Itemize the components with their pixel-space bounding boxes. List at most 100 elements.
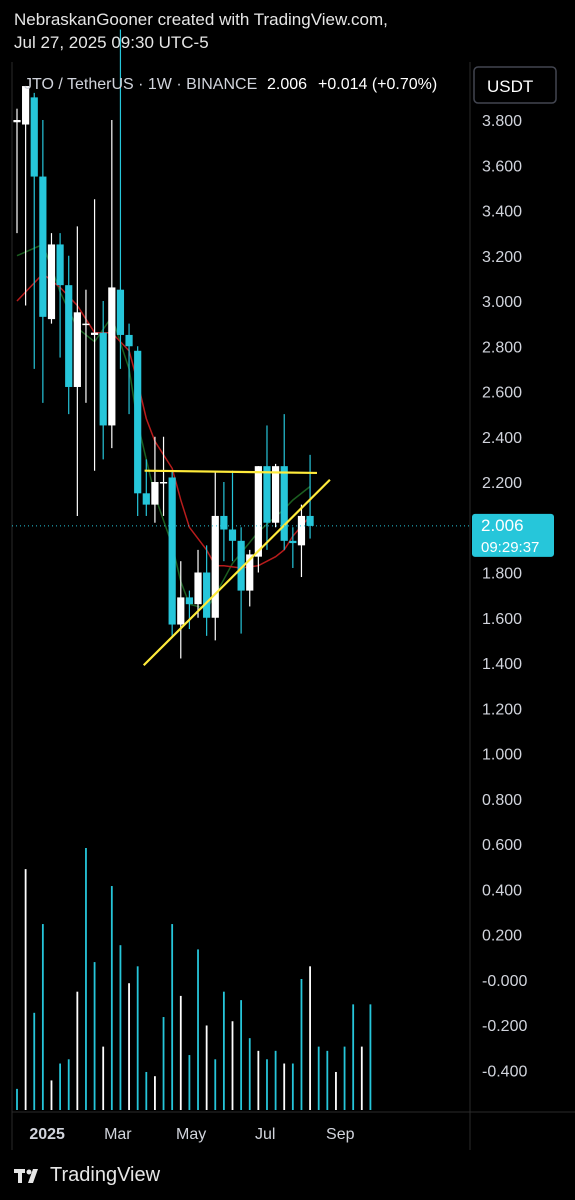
volume-bar xyxy=(128,983,130,1110)
x-tick-label: 2025 xyxy=(29,1126,65,1143)
volume-bar xyxy=(93,962,96,1110)
volume-bar xyxy=(85,848,87,1110)
y-tick-label: 1.000 xyxy=(482,747,522,764)
candle-body xyxy=(73,312,81,387)
volume-bar xyxy=(240,1000,243,1110)
candle-body xyxy=(82,323,90,326)
candle-body xyxy=(280,466,288,541)
y-tick-label: 3.000 xyxy=(482,294,522,311)
volume-bar xyxy=(309,966,311,1110)
footer-brand: TradingView xyxy=(50,1164,161,1186)
candle-body xyxy=(30,97,38,177)
x-tick-label: Mar xyxy=(104,1126,132,1143)
x-tick-label: Jul xyxy=(255,1126,275,1143)
time-axis[interactable]: 2025 Mar May Jul Sep xyxy=(29,1126,354,1143)
volume-bars xyxy=(16,848,372,1110)
candle-body xyxy=(47,244,56,320)
price-label-countdown: 09:29:37 xyxy=(481,539,539,556)
volume-bar xyxy=(214,1059,217,1110)
candle-body xyxy=(13,120,21,123)
moving-averages xyxy=(16,243,311,610)
candle-body xyxy=(142,493,150,505)
volume-bar xyxy=(291,1063,294,1110)
legend-last-price: 2.006 xyxy=(267,76,307,93)
legend-change: +0.014 (+0.70%) xyxy=(318,76,437,93)
volume-bar xyxy=(33,1012,36,1110)
volume-bar xyxy=(248,1038,251,1110)
y-tick-label: -0.400 xyxy=(482,1063,527,1080)
ma-red-line xyxy=(16,272,311,569)
volume-bar xyxy=(41,924,44,1110)
volume-bar xyxy=(369,1004,372,1110)
volume-bar xyxy=(222,991,225,1110)
price-chart[interactable]: 3.800 3.600 3.400 3.200 3.000 2.800 2.600 2.400… xyxy=(0,0,575,1200)
y-tick-label: 2.800 xyxy=(482,339,522,356)
volume-bar xyxy=(136,966,139,1110)
y-tick-label: 2.200 xyxy=(482,475,522,492)
candle-body xyxy=(254,466,262,557)
candle-body xyxy=(297,515,306,546)
candle-body xyxy=(151,482,159,505)
trendline-resistance[interactable] xyxy=(144,469,317,475)
y-tick-label: 1.800 xyxy=(482,566,522,583)
candle-body xyxy=(159,482,168,484)
candle-body xyxy=(108,287,116,426)
volume-bar xyxy=(162,1017,165,1110)
x-tick-label: Sep xyxy=(326,1126,355,1143)
volume-bar xyxy=(326,1050,329,1110)
y-tick-label: -0.000 xyxy=(482,973,527,990)
candle-body xyxy=(185,597,193,605)
volume-bar xyxy=(50,1080,53,1110)
y-tick-label: 1.200 xyxy=(482,701,522,718)
y-tick-label: 0.400 xyxy=(482,882,522,899)
volume-bar xyxy=(283,1063,286,1110)
y-tick-label: 0.600 xyxy=(482,837,522,854)
price-axis[interactable]: 3.800 3.600 3.400 3.200 3.000 2.800 2.600 2.400… xyxy=(482,113,527,1080)
candle-body xyxy=(203,572,211,618)
currency-button-label[interactable]: USDT xyxy=(487,77,533,96)
volume-bar xyxy=(179,995,182,1110)
volume-bar xyxy=(24,869,27,1110)
candle-body xyxy=(56,244,64,286)
volume-bar xyxy=(360,1046,363,1110)
volume-bar xyxy=(67,1059,70,1110)
candle-body xyxy=(99,332,107,426)
candle-body xyxy=(263,466,271,523)
volume-bar xyxy=(16,1088,18,1110)
currency-button[interactable]: USDT xyxy=(473,66,557,104)
candle-body xyxy=(134,350,142,494)
y-tick-label: 2.400 xyxy=(482,430,522,447)
volume-bar xyxy=(145,1071,148,1110)
y-tick-label: 3.800 xyxy=(482,113,522,130)
y-tick-label: 0.800 xyxy=(482,792,522,809)
ma-green-line xyxy=(16,243,311,610)
price-label-value: 2.006 xyxy=(481,516,524,535)
y-tick-label: -0.200 xyxy=(482,1018,527,1035)
price-label: 2.006 09:29:37 xyxy=(472,513,554,557)
volume-bar xyxy=(197,949,199,1110)
volume-bar xyxy=(257,1050,260,1110)
volume-bar xyxy=(188,1055,191,1110)
candle-body xyxy=(116,289,125,335)
volume-bar xyxy=(317,1046,320,1110)
volume-bar xyxy=(274,1050,277,1110)
volume-bar xyxy=(76,991,79,1110)
y-tick-label: 1.600 xyxy=(482,611,522,628)
footer: TradingView xyxy=(14,1164,160,1187)
x-tick-label: May xyxy=(176,1126,206,1143)
candle-body xyxy=(211,515,219,618)
volume-bar xyxy=(102,1046,105,1110)
volume-bar xyxy=(171,924,174,1110)
volume-bar xyxy=(205,1025,208,1110)
candle-body xyxy=(220,515,228,530)
y-tick-label: 1.400 xyxy=(482,656,522,673)
candle-body xyxy=(168,477,176,625)
candle-body xyxy=(39,176,47,317)
volume-bar xyxy=(352,1004,355,1110)
candle-body xyxy=(194,572,202,605)
candle-body xyxy=(306,515,314,526)
legend-symbol[interactable]: JTO / TetherUS · 1W · BINANCE xyxy=(24,76,257,93)
candle-body xyxy=(177,597,185,625)
candles xyxy=(13,29,314,659)
volume-bar xyxy=(335,1071,337,1110)
